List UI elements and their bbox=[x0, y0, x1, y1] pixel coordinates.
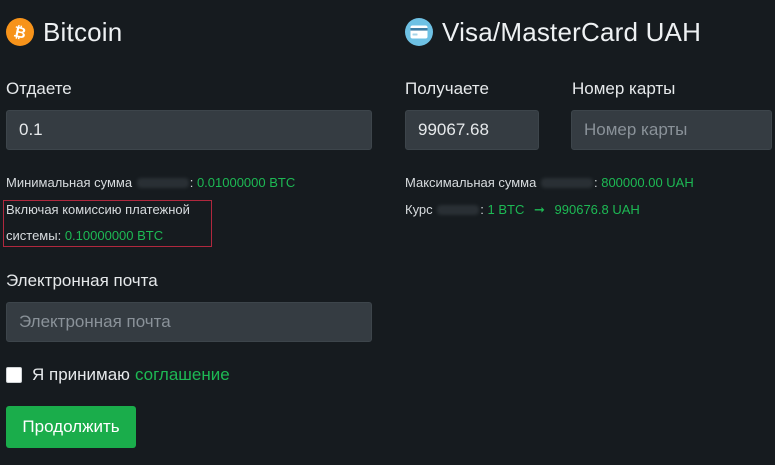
commission-line-2: системы: 0.10000000 BTC bbox=[6, 228, 163, 243]
blurred-text bbox=[136, 178, 189, 188]
rate-to: 990676.8 UAH bbox=[554, 202, 640, 217]
arrow-right-icon: ➞ bbox=[534, 202, 545, 217]
min-amount-value: 0.01000000 BTC bbox=[196, 175, 296, 190]
min-amount-label: Минимальная сумма bbox=[6, 175, 133, 190]
rate-line: Курс : 1 BTC ➞ 990676.8 UAH bbox=[405, 202, 640, 217]
commission-label: системы: bbox=[6, 228, 62, 243]
give-amount-input[interactable] bbox=[6, 110, 372, 150]
email-label: Электронная почта bbox=[6, 271, 158, 290]
commission-value: 0.10000000 BTC bbox=[64, 228, 164, 243]
blurred-text bbox=[540, 178, 593, 188]
svg-text:₿: ₿ bbox=[12, 22, 28, 42]
receive-currency-title: Visa/MasterCard UAH bbox=[442, 16, 702, 47]
bitcoin-icon: ₿ bbox=[6, 18, 34, 46]
rate-from: 1 BTC bbox=[487, 202, 525, 217]
max-amount-value: 800000.00 UAH bbox=[601, 175, 694, 190]
give-amount-label: Отдаете bbox=[6, 79, 72, 98]
continue-button[interactable]: Продолжить bbox=[6, 406, 136, 448]
receive-amount-label: Получаете bbox=[405, 79, 489, 98]
min-amount-line: Минимальная сумма : 0.01000000 BTC bbox=[6, 175, 296, 190]
exchange-form: ₿ Bitcoin Отдаете Минимальная сумма : 0.… bbox=[0, 0, 775, 465]
agreement-text: Я принимаю bbox=[32, 365, 130, 384]
email-input[interactable] bbox=[6, 302, 372, 342]
max-amount-line: Максимальная сумма : 800000.00 UAH bbox=[405, 175, 694, 190]
rate-label: Курс bbox=[405, 202, 433, 217]
commission-line-1: Включая комиссию платежной bbox=[6, 202, 190, 217]
agreement-checkbox[interactable] bbox=[6, 367, 22, 383]
receive-amount-input[interactable] bbox=[405, 110, 539, 150]
give-currency-title: Bitcoin bbox=[43, 16, 123, 47]
agreement-row: Я принимаю соглашение bbox=[6, 365, 230, 385]
blurred-text bbox=[437, 205, 480, 215]
card-number-label: Номер карты bbox=[572, 79, 676, 98]
credit-card-icon bbox=[405, 18, 433, 46]
agreement-link[interactable]: соглашение bbox=[135, 365, 230, 385]
receive-currency-header: Visa/MasterCard UAH bbox=[405, 14, 701, 50]
max-amount-label: Максимальная сумма bbox=[405, 175, 537, 190]
give-currency-header: ₿ Bitcoin bbox=[6, 14, 122, 50]
card-number-input[interactable] bbox=[571, 110, 772, 150]
